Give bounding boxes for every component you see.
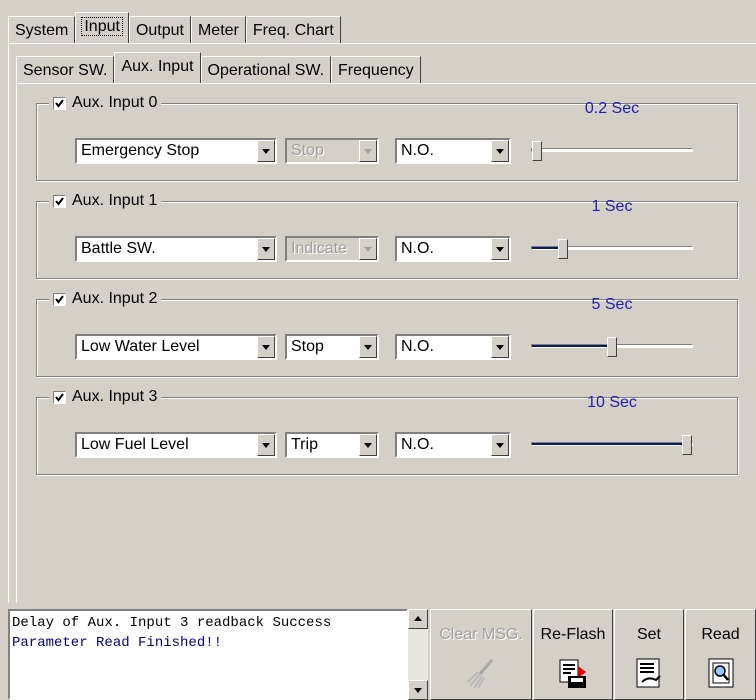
flash-chip-icon (559, 659, 586, 688)
function-value: Battle SW. (81, 240, 156, 257)
chevron-down-icon[interactable] (491, 238, 509, 260)
chevron-down-icon (359, 140, 377, 162)
aux-input-checkbox[interactable]: Aux. Input 3 (49, 386, 162, 408)
delay-slider-thumb[interactable] (607, 337, 617, 357)
action-dropdown[interactable]: Stop (285, 334, 379, 360)
action-dropdown: Stop (285, 138, 379, 164)
tab-meter[interactable]: Meter (190, 16, 246, 44)
message-log: Delay of Aux. Input 3 readback Success P… (8, 609, 408, 700)
main-tab-bar: System Input Output Meter Freq. Chart (8, 10, 341, 44)
message-line: Delay of Aux. Input 3 readback Success (12, 615, 332, 631)
function-value: Low Water Level (81, 338, 200, 355)
aux-input-checkbox[interactable]: Aux. Input 1 (49, 190, 162, 212)
checkbox[interactable] (53, 390, 66, 404)
tab-aux-input[interactable]: Aux. Input (114, 52, 201, 84)
read-button[interactable]: Read (685, 609, 756, 700)
delay-slider[interactable] (531, 239, 693, 259)
set-button[interactable]: Set (614, 609, 684, 700)
function-dropdown[interactable]: Battle SW. (75, 236, 277, 262)
tab-output[interactable]: Output (128, 16, 191, 44)
checkbox[interactable] (53, 292, 66, 306)
action-dropdown: Indicate (285, 236, 379, 262)
message-scrollbar[interactable] (408, 609, 428, 700)
contact-value: N.O. (401, 338, 434, 355)
chevron-down-icon[interactable] (491, 140, 509, 162)
chevron-down-icon[interactable] (257, 336, 275, 358)
action-dropdown[interactable]: Trip (285, 432, 379, 458)
action-value: Stop (291, 338, 324, 355)
re-flash-button[interactable]: Re-Flash (533, 609, 613, 700)
action-value: Trip (291, 436, 318, 453)
delay-value: 10 Sec (587, 394, 637, 411)
checkmark-icon (55, 392, 64, 402)
delay-slider[interactable] (531, 435, 693, 455)
contact-type-dropdown[interactable]: N.O. (395, 334, 511, 360)
scroll-down-button[interactable] (408, 680, 428, 700)
chevron-down-icon[interactable] (257, 140, 275, 162)
delay-slider-fill (532, 247, 560, 249)
function-dropdown[interactable]: Emergency Stop (75, 138, 277, 164)
scroll-up-button[interactable] (408, 609, 428, 629)
aux-input-label: Aux. Input 1 (72, 192, 158, 209)
tab-system[interactable]: System (8, 16, 76, 44)
checkmark-icon (55, 98, 64, 108)
delay-slider-fill (532, 345, 609, 347)
aux-input-label: Aux. Input 0 (72, 94, 158, 111)
chevron-down-icon[interactable] (491, 434, 509, 456)
function-value: Low Fuel Level (81, 436, 189, 453)
function-dropdown[interactable]: Low Fuel Level (75, 432, 277, 458)
tab-input[interactable]: Input (75, 12, 129, 44)
contact-type-dropdown[interactable]: N.O. (395, 138, 511, 164)
tab-operational-sw[interactable]: Operational SW. (200, 56, 332, 84)
chevron-down-icon (359, 238, 377, 260)
aux-input-group: Aux. Input 0 Emergency Stop Stop N.O. 0.2 Se… (36, 92, 738, 181)
document-pen-icon (636, 658, 661, 688)
chevron-down-icon[interactable] (257, 238, 275, 260)
action-value: Indicate (291, 240, 348, 257)
contact-value: N.O. (401, 240, 434, 257)
tab-frequency[interactable]: Frequency (331, 56, 421, 84)
contact-type-dropdown[interactable]: N.O. (395, 432, 511, 458)
document-magnifier-icon (708, 658, 733, 688)
delay-slider-thumb[interactable] (557, 239, 568, 259)
function-value: Emergency Stop (81, 142, 200, 159)
delay-value: 0.2 Sec (584, 100, 640, 117)
chevron-down-icon[interactable] (257, 434, 275, 456)
delay-value: 1 Sec (591, 198, 633, 215)
action-value: Stop (291, 142, 324, 159)
aux-input-label: Aux. Input 3 (72, 388, 158, 405)
tab-sensor-sw[interactable]: Sensor SW. (16, 56, 115, 84)
chevron-down-icon[interactable] (359, 336, 377, 358)
aux-input-group: Aux. Input 3 Low Fuel Level Trip N.O. 10 Sec (36, 386, 738, 475)
aux-input-checkbox[interactable]: Aux. Input 2 (49, 288, 162, 310)
delay-slider-thumb[interactable] (682, 435, 692, 455)
checkmark-icon (55, 294, 64, 304)
sub-tab-bar: Sensor SW. Aux. Input Operational SW. Fr… (16, 48, 421, 84)
checkmark-icon (55, 196, 64, 206)
aux-input-checkbox[interactable]: Aux. Input 0 (49, 92, 162, 114)
contact-type-dropdown[interactable]: N.O. (395, 236, 511, 262)
tab-freq-chart[interactable]: Freq. Chart (245, 16, 341, 44)
chevron-down-icon[interactable] (359, 434, 377, 456)
delay-slider-thumb[interactable] (532, 141, 542, 161)
broom-icon (467, 659, 494, 689)
checkbox[interactable] (53, 194, 66, 208)
checkbox[interactable] (53, 96, 66, 110)
aux-input-label: Aux. Input 2 (72, 290, 158, 307)
clear-msg-button[interactable]: Clear MSG. (430, 609, 532, 700)
chevron-down-icon[interactable] (491, 336, 509, 358)
delay-slider-fill (532, 443, 684, 445)
contact-value: N.O. (401, 436, 434, 453)
message-line: Parameter Read Finished!! (12, 635, 223, 651)
delay-slider[interactable] (531, 141, 693, 161)
delay-slider[interactable] (531, 337, 693, 357)
function-dropdown[interactable]: Low Water Level (75, 334, 277, 360)
aux-input-group: Aux. Input 1 Battle SW. Indicate N.O. 1 Sec (36, 190, 738, 279)
aux-input-group: Aux. Input 2 Low Water Level Stop N.O. 5 Sec (36, 288, 738, 377)
contact-value: N.O. (401, 142, 434, 159)
delay-value: 5 Sec (591, 296, 633, 313)
